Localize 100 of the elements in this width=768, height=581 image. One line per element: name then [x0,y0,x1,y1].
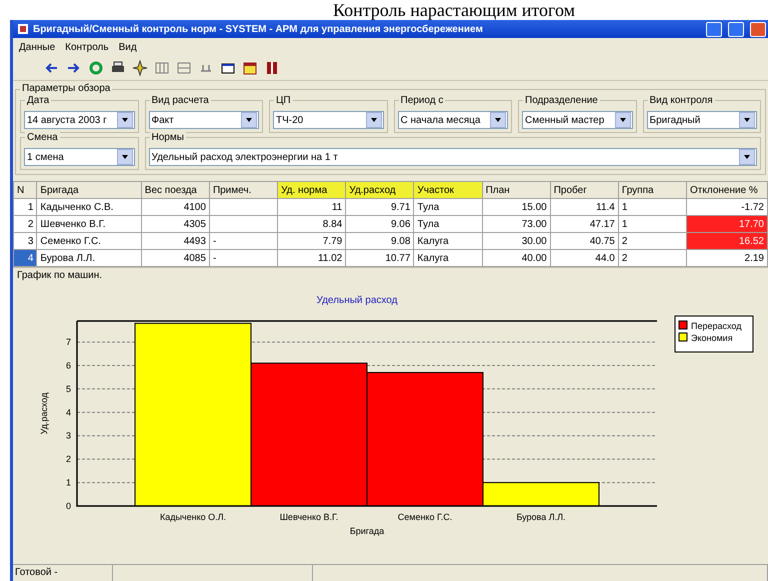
field-label: Смена [25,132,60,143]
toolbar-button[interactable] [131,59,149,77]
table-cell: 30.00 [482,232,550,250]
axis-tick-label: 7 [66,337,71,348]
window-title: Бригадный/Сменный контроль норм - SYSTEM - АРМ для управления энергосбережением [33,24,484,34]
dropdown-field[interactable]: Сменный мастер [522,111,632,129]
axis-tick-label: 6 [66,360,71,370]
table-cell: 16.52 [686,232,768,250]
sparkle-icon [131,59,149,77]
table-cell: Семенко Г.С. [36,232,142,250]
table-cell: 4 [14,250,37,266]
column-header[interactable]: Вес поезда [141,182,210,198]
axis-tick-label: 0 [66,501,71,511]
table-cell: Бурова Л.Л. [36,250,142,266]
column-header[interactable]: Участок [414,182,482,198]
refresh-icon [87,59,105,77]
column-header[interactable]: Бригада [36,182,142,198]
table-cell: Тула [414,216,482,232]
caret-icon [618,116,626,124]
axis-tick-label: 2 [66,454,71,464]
dropdown-field[interactable]: 14 августа 2003 г [24,111,134,129]
axis-tick-label: 4 [66,407,71,418]
caret-icon [494,116,502,124]
field-label: Период с [398,95,446,106]
field-label: Вид контроля [648,95,715,106]
status-text: Готовой - [13,565,113,581]
table-cell: 2.19 [686,250,768,266]
column-header[interactable]: Пробег [550,182,618,198]
table-cell: 7.79 [278,232,346,250]
table-cell: 4100 [141,198,210,216]
dropdown-field[interactable]: ТЧ-20 [273,111,384,129]
table-cell: 73.00 [482,216,550,232]
column-header[interactable]: Отклонение % [686,182,768,198]
table-cell: 8.84 [278,216,346,232]
table-cell: Шевченко В.Г. [36,216,142,232]
table-cell: 10.77 [346,250,414,266]
category-label: Бурова Л.Л. [516,512,566,522]
column-header[interactable]: План [482,182,550,198]
caret-icon [245,116,253,124]
table-cell: 9.06 [346,216,414,232]
column-header[interactable]: N [14,182,37,198]
table-cell: - [209,250,278,266]
dropdown-field[interactable]: 1 смена [24,148,134,166]
category-label: Кадыченко О.Л. [160,512,226,522]
table-cell: 4085 [141,250,210,266]
dropdown-field[interactable]: С начала месяца [398,111,508,129]
table-cell: 17.70 [686,216,768,232]
field-label: Дата [25,95,52,106]
dropdown-field[interactable]: Факт [148,111,259,129]
legend-label: Перерасход [691,321,742,331]
axis-tick-label: 1 [66,478,71,488]
field-label: Подразделение [523,95,600,106]
caret-icon [120,116,128,124]
table-cell: 1 [618,216,687,232]
table-cell: 2 [14,216,37,232]
axis-tick-label: 5 [66,384,71,394]
table-cell: 47.17 [550,216,618,232]
column-header[interactable]: Уд.расход [346,182,414,198]
table-cell: 1 [618,198,687,216]
chart-title: Удельный расход [316,295,398,306]
column-header[interactable]: Примеч. [209,182,278,198]
table-cell: 40.00 [482,250,550,266]
table-cell: Тула [414,198,482,216]
axis-tick-label: 3 [66,430,71,441]
dropdown-field[interactable]: Удельный расход электроэнергии на 1 т [148,148,757,166]
table-cell: 2 [618,232,687,250]
x-axis-title: Бригада [350,526,384,536]
category-label: Семенко Г.С. [398,512,452,522]
column-header[interactable]: Уд. норма [278,182,346,198]
menu-item[interactable]: Данные [19,42,56,52]
close-button[interactable] [750,22,766,36]
y-axis-title: Уд.расход [39,392,49,434]
caret-icon [743,116,751,124]
table-cell: 4305 [141,216,210,232]
caret-icon [743,153,751,161]
table-cell: Калуга [414,250,482,266]
table-cell: 11.4 [550,198,618,216]
app-icon [17,23,29,35]
dropdown-field[interactable]: Бригадный [646,111,757,129]
legend-label: Экономия [691,333,733,343]
caret-icon [370,116,378,124]
field-label: Нормы [150,132,186,143]
caret-icon [120,153,128,161]
minimize-button[interactable] [706,22,722,36]
table-cell: 44.0 [550,250,618,266]
table-cell [209,216,278,232]
group-title: Параметры обзора [20,83,112,94]
menu-item[interactable]: Контроль [65,42,109,52]
table-cell: 15.00 [482,198,550,216]
maximize-button[interactable] [728,22,744,36]
table-cell: Калуга [414,232,482,250]
table-cell [209,198,278,216]
table-cell: 11 [278,198,346,216]
menu-item[interactable]: Вид [118,42,137,52]
column-header[interactable]: Группа [618,182,687,198]
table-cell: 40.75 [550,232,618,250]
table-cell: 9.08 [346,232,414,250]
table-cell: 1 [14,198,37,216]
table-cell: 2 [618,250,687,266]
table-cell: - [209,232,278,250]
